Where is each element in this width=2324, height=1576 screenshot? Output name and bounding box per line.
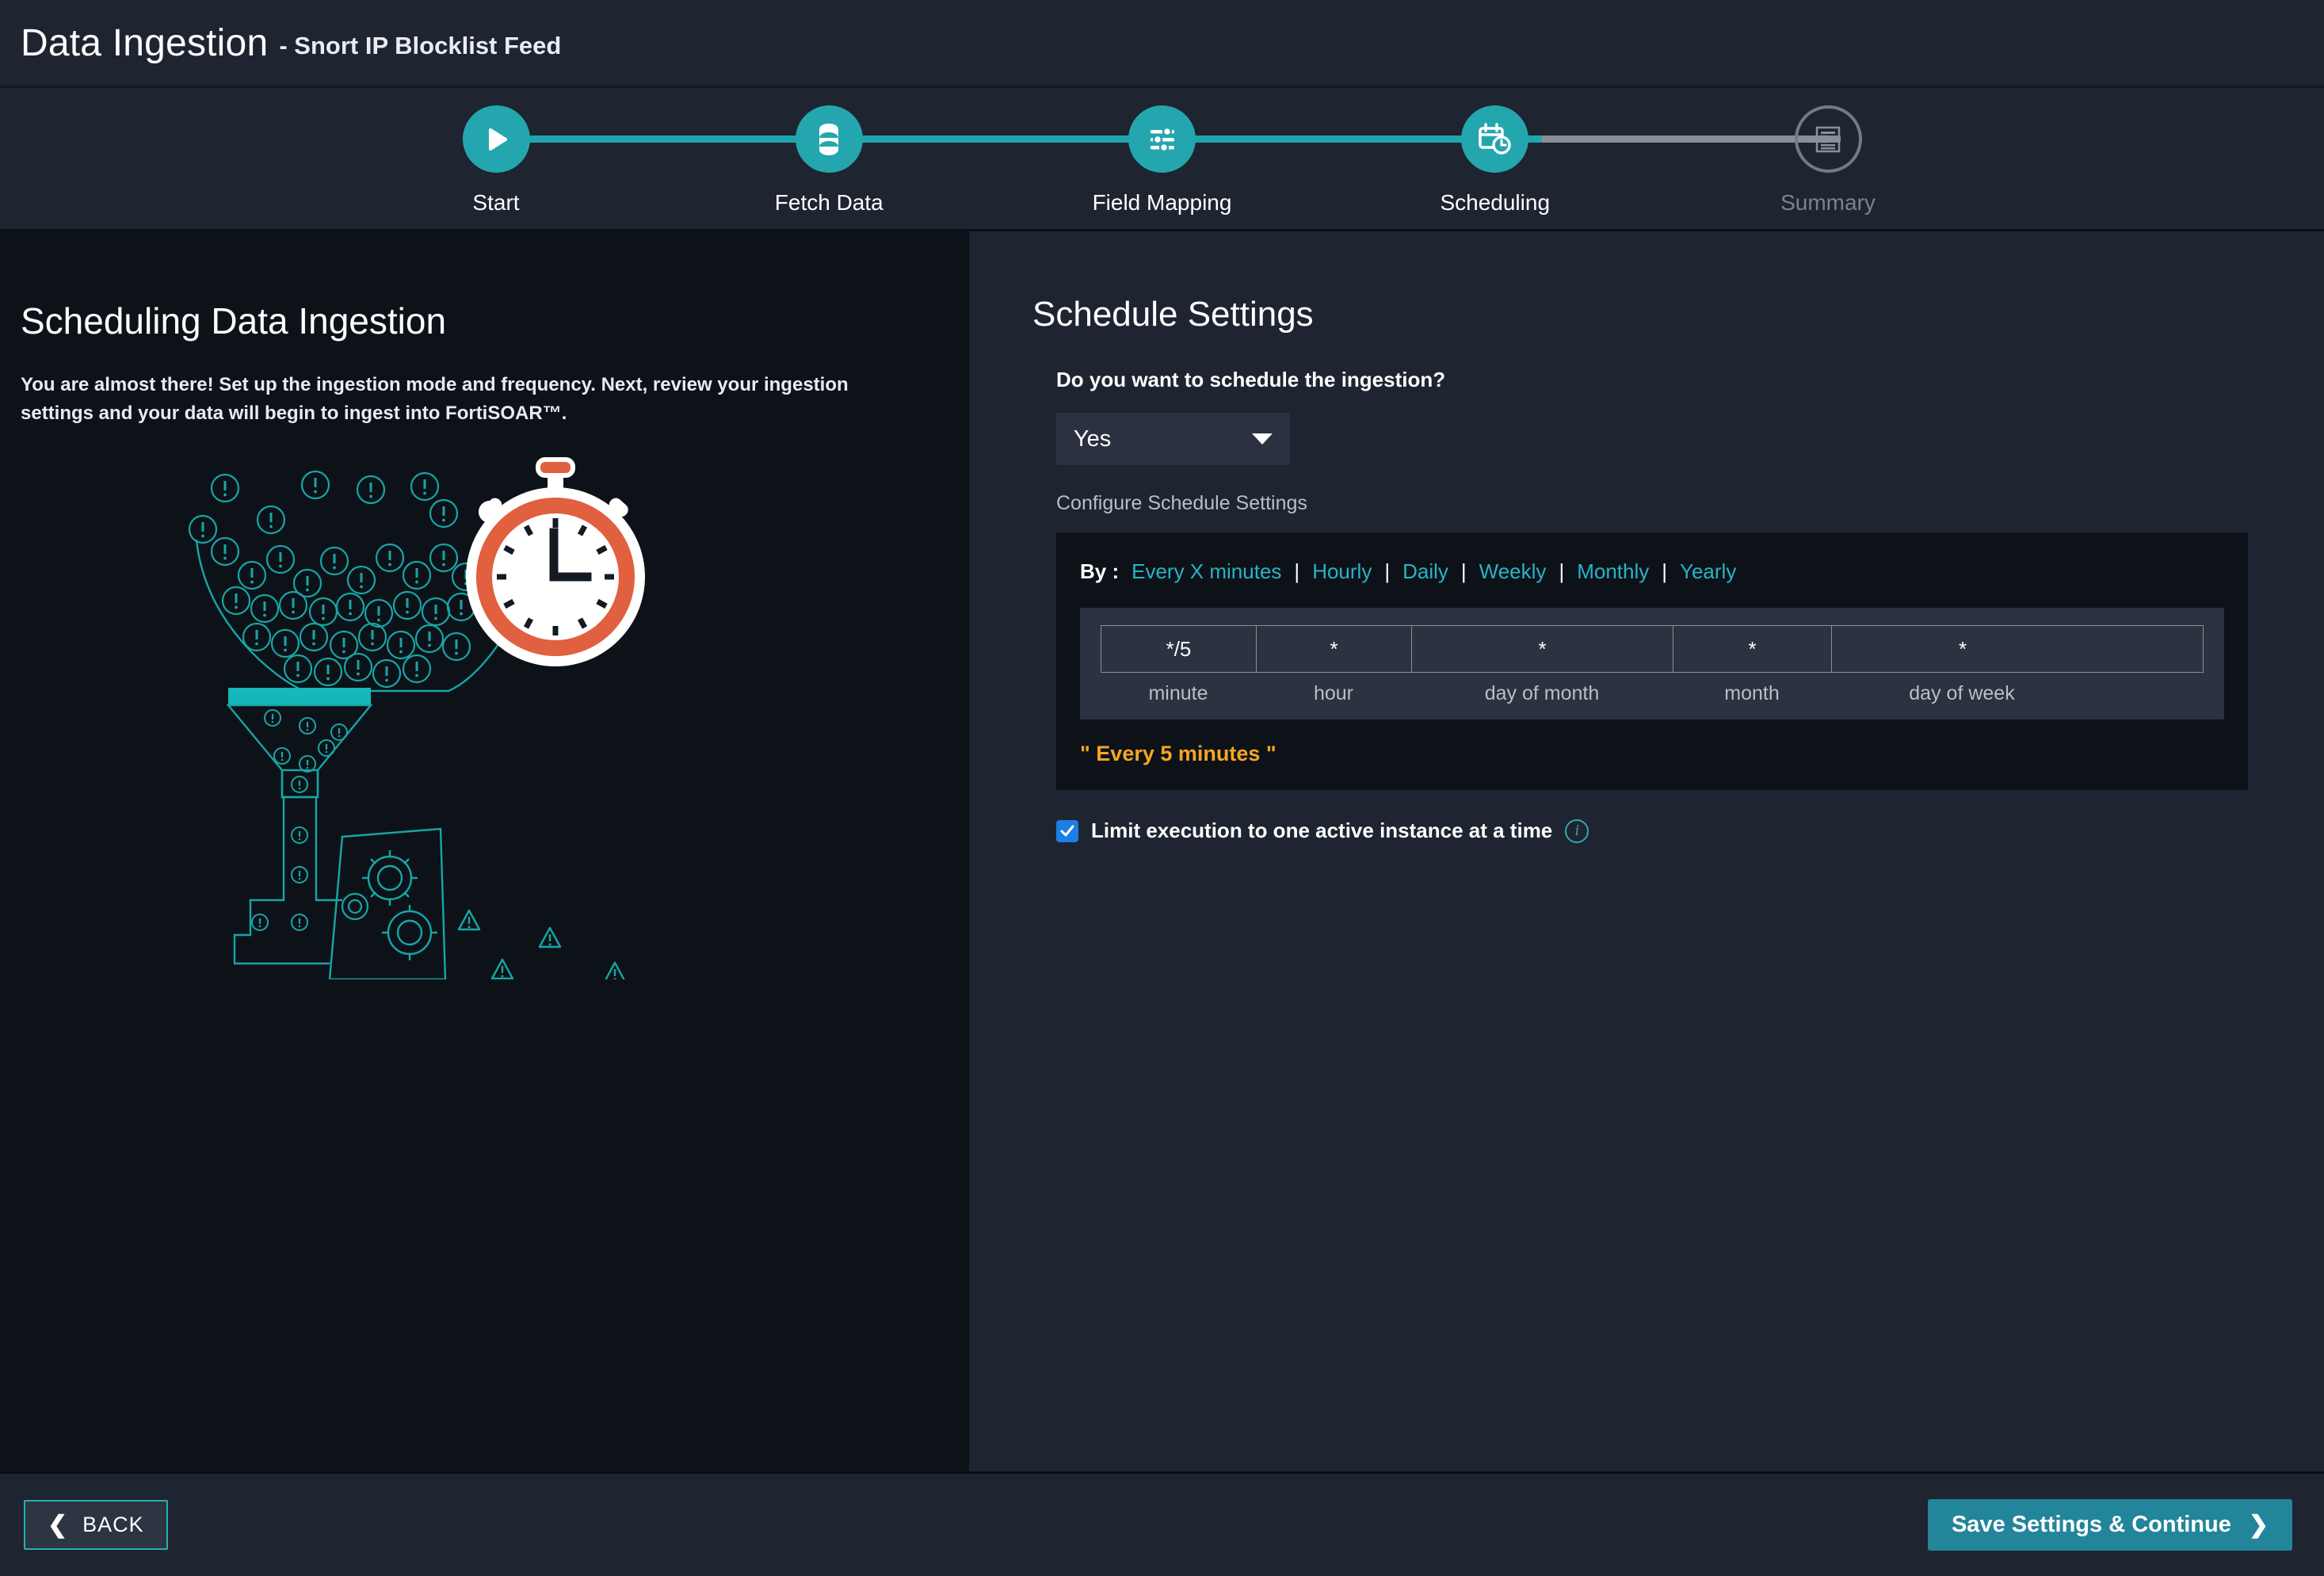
cron-input-hour[interactable]: * [1257, 626, 1412, 672]
info-icon[interactable]: i [1565, 819, 1589, 843]
schedule-settings-pane: Schedule Settings Do you want to schedul… [967, 231, 2324, 1471]
page-subtitle: - Snort IP Blocklist Feed [279, 32, 562, 59]
cron-preset-monthly[interactable]: Monthly [1577, 559, 1649, 584]
chevron-right-icon: ❯ [2248, 1511, 2269, 1538]
limit-execution-label: Limit execution to one active instance a… [1091, 819, 1553, 842]
chevron-down-icon [1252, 433, 1273, 445]
cron-separator: | [1559, 559, 1565, 583]
cron-input-day-of-week[interactable]: * [1832, 626, 2093, 672]
cron-preset-yearly[interactable]: Yearly [1680, 559, 1736, 584]
left-pane-title: Scheduling Data Ingestion [21, 300, 447, 342]
step-summary[interactable]: Summary [1765, 88, 1891, 231]
cron-separator: | [1662, 559, 1668, 583]
cron-expression-box: */5 * * * * minute hour day of month mon… [1080, 608, 2224, 719]
wizard-stepper-band: Start Fetch Data Field Mapping Schedulin… [0, 88, 2324, 231]
step-scheduling[interactable]: Scheduling [1432, 88, 1559, 231]
step-scheduling-label: Scheduling [1440, 190, 1551, 215]
step-start-circle [462, 105, 530, 173]
limit-execution-checkbox[interactable] [1056, 819, 1078, 842]
chevron-left-icon: ❮ [48, 1511, 69, 1538]
wizard-body: Scheduling Data Ingestion You are almost… [0, 231, 2324, 1474]
page-header: Data Ingestion - Snort IP Blocklist Feed [0, 0, 2324, 88]
step-field-mapping-circle [1128, 105, 1196, 173]
schedule-ingestion-select[interactable]: Yes [1056, 413, 1290, 465]
back-button[interactable]: ❮ BACK [24, 1500, 168, 1550]
step-fetch-data-label: Fetch Data [774, 190, 883, 215]
cron-input-month[interactable]: * [1673, 626, 1832, 672]
wizard-footer: ❮ BACK Save Settings & Continue ❯ [0, 1474, 2324, 1576]
data-ingestion-wizard: Data Ingestion - Snort IP Blocklist Feed… [0, 0, 2324, 1576]
cron-by-row: By : Every X minutes | Hourly | Daily | … [1080, 559, 2224, 584]
back-button-label: BACK [82, 1513, 144, 1536]
cron-preset-hourly[interactable]: Hourly [1312, 559, 1372, 584]
cron-separator: | [1460, 559, 1467, 583]
page-title: Data Ingestion [21, 21, 269, 64]
save-button-label: Save Settings & Continue [1951, 1512, 2231, 1537]
step-field-mapping-label: Field Mapping [1092, 190, 1232, 215]
cron-preset-daily[interactable]: Daily [1402, 559, 1448, 584]
step-fetch-data-circle [795, 105, 863, 173]
schedule-ingestion-select-value: Yes [1074, 425, 1112, 452]
funnel-stopwatch-illustration [187, 456, 726, 983]
cron-separator: | [1294, 559, 1300, 583]
cron-label-month: month [1724, 682, 1780, 704]
schedule-settings-title: Schedule Settings [1032, 295, 1314, 334]
sliders-icon [1146, 123, 1179, 156]
cron-field-labels: minute hour day of month month day of we… [1101, 682, 2204, 705]
wizard-stepper: Start Fetch Data Field Mapping Schedulin… [433, 88, 1891, 231]
step-field-mapping[interactable]: Field Mapping [1093, 88, 1231, 231]
step-fetch-data[interactable]: Fetch Data [765, 88, 892, 231]
step-summary-circle [1794, 105, 1862, 173]
cron-separator: | [1384, 559, 1391, 583]
step-start[interactable]: Start [433, 88, 559, 231]
left-info-pane: Scheduling Data Ingestion You are almost… [0, 231, 967, 1471]
step-start-label: Start [472, 190, 520, 215]
calendar-clock-icon [1477, 122, 1513, 157]
cron-label-minute: minute [1148, 682, 1208, 704]
cron-label-hour: hour [1313, 682, 1354, 704]
step-scheduling-circle [1461, 105, 1529, 173]
database-icon [813, 122, 845, 157]
report-icon [1812, 124, 1844, 155]
schedule-question-label: Do you want to schedule the ingestion? [1056, 368, 1446, 391]
left-pane-description: You are almost there! Set up the ingesti… [21, 374, 849, 424]
configure-schedule-label: Configure Schedule Settings [1056, 492, 1307, 514]
cron-by-label: By : [1080, 559, 1120, 583]
cron-preset-every-x-minutes[interactable]: Every X minutes [1131, 559, 1281, 584]
play-icon [479, 123, 513, 156]
step-summary-label: Summary [1780, 190, 1876, 215]
check-icon [1060, 825, 1074, 836]
cron-input-minute[interactable]: */5 [1101, 626, 1257, 672]
cron-configuration-panel: By : Every X minutes | Hourly | Daily | … [1056, 532, 2248, 790]
cron-preset-weekly[interactable]: Weekly [1479, 559, 1547, 584]
cron-input-day-of-month[interactable]: * [1412, 626, 1673, 672]
save-settings-continue-button[interactable]: Save Settings & Continue ❯ [1927, 1499, 2292, 1551]
cron-label-day-of-month: day of month [1484, 682, 1600, 704]
cron-cells: */5 * * * * [1101, 625, 2204, 673]
limit-execution-row: Limit execution to one active instance a… [1056, 819, 2324, 843]
cron-summary-text: " Every 5 minutes " [1080, 742, 1276, 765]
cron-label-day-of-week: day of week [1909, 682, 2015, 704]
